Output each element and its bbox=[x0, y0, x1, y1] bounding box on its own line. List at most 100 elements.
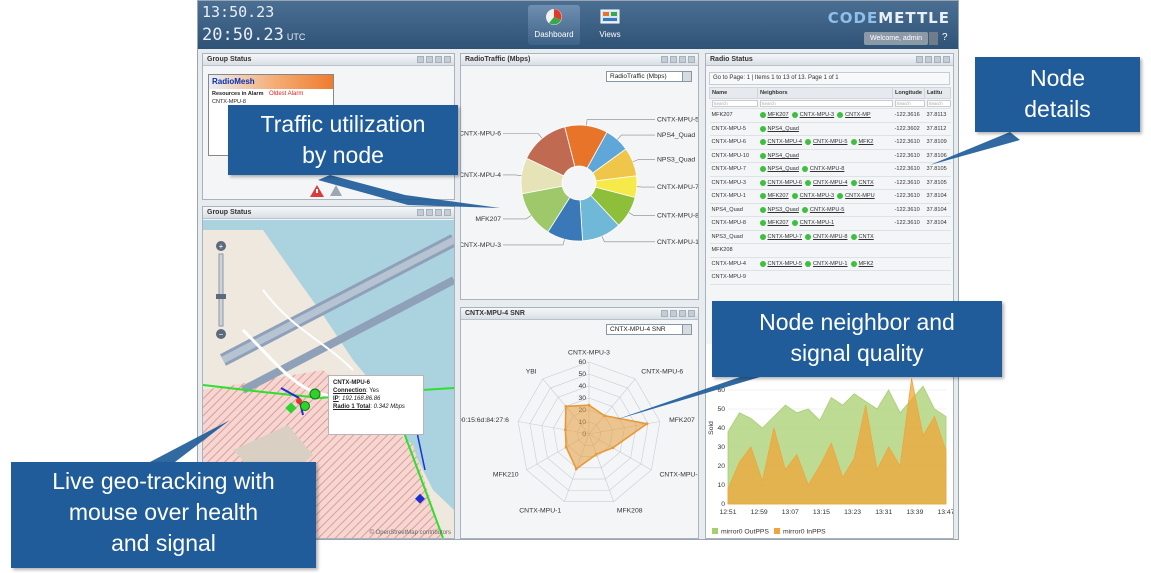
chevron-down-icon[interactable] bbox=[929, 32, 938, 45]
filter-input-longitude[interactable]: Search bbox=[894, 100, 925, 107]
help-icon[interactable]: ? bbox=[942, 32, 952, 44]
refresh-icon[interactable] bbox=[916, 56, 923, 63]
close-icon[interactable] bbox=[444, 209, 451, 216]
table-row[interactable]: CNTX-MPU-3 CNTX-MPU-6 CNTX-MPU-4 CNTX -122.3… bbox=[709, 176, 951, 190]
filter-input-name[interactable]: Search bbox=[711, 100, 758, 107]
neighbor-link[interactable]: CNTX-MPU-8 bbox=[813, 234, 848, 240]
column-header-longitude[interactable]: Longitude bbox=[892, 87, 925, 99]
maximize-icon[interactable] bbox=[679, 56, 686, 63]
maximize-icon[interactable] bbox=[435, 56, 442, 63]
table-row[interactable]: MFK207 MFK207 CNTX-MPU-3 CNTX-MP -122.3616 37… bbox=[709, 108, 951, 123]
legend-label[interactable]: mirror0 InPPS bbox=[783, 529, 826, 536]
table-pager[interactable]: Go to Page: 1 | Items 1 to 13 of 13. Pag… bbox=[709, 72, 950, 85]
refresh-icon[interactable] bbox=[417, 56, 424, 63]
close-icon[interactable] bbox=[444, 56, 451, 63]
neighbor-link[interactable]: CNTX-MPU-7 bbox=[768, 234, 803, 240]
export-icon[interactable] bbox=[661, 310, 668, 317]
nav-views-button[interactable]: Views bbox=[584, 5, 636, 45]
neighbor-link[interactable]: CNTX-MPU-4 bbox=[768, 139, 803, 145]
status-ok-icon bbox=[850, 139, 857, 145]
chevron-down-icon bbox=[682, 325, 691, 334]
radar-point[interactable] bbox=[564, 405, 568, 408]
close-icon[interactable] bbox=[688, 56, 695, 63]
alarm-icon[interactable] bbox=[310, 185, 324, 197]
radio-status-table: Name Neighbors Longitude Latitu Search S… bbox=[709, 87, 951, 285]
cell-neighbors: NPS4_Quad bbox=[757, 149, 893, 163]
panel-toolbar bbox=[661, 56, 695, 63]
maximize-icon[interactable] bbox=[679, 310, 686, 317]
table-row[interactable]: NPS3_Quad CNTX-MPU-7 CNTX-MPU-8 CNTX bbox=[709, 230, 951, 244]
callout-line: Live geo-tracking with bbox=[52, 468, 275, 494]
radar-point[interactable] bbox=[603, 414, 606, 418]
neighbor-link[interactable]: CNTX-MPU-8 bbox=[810, 166, 845, 172]
neighbor-link[interactable]: CNTX-MPU-3 bbox=[800, 112, 835, 118]
neighbor-link[interactable]: CNTX-MPU-5 bbox=[768, 261, 803, 267]
legend-label[interactable]: mirror0 OutPPS bbox=[721, 529, 769, 536]
column-header-latitude[interactable]: Latitu bbox=[924, 87, 951, 99]
neighbor-link[interactable]: MFK207 bbox=[768, 220, 789, 226]
zoom-slider[interactable]: + − bbox=[215, 240, 227, 340]
radar-series-snr[interactable] bbox=[564, 404, 649, 471]
filter-input-latitude[interactable]: Search bbox=[926, 100, 951, 107]
neighbor-link[interactable]: CNTX bbox=[859, 234, 874, 240]
table-row[interactable]: NPS4_Quad NPS3_Quad CNTX-MPU-5 -122.3610 37.… bbox=[709, 203, 951, 217]
neighbor-link[interactable]: CNTX-MPU-3 bbox=[800, 193, 835, 199]
radar-point[interactable] bbox=[587, 403, 591, 407]
radar-point[interactable] bbox=[611, 446, 615, 450]
alarm-muted-icon[interactable] bbox=[330, 185, 342, 196]
neighbor-link[interactable]: CNTX-MPU-6 bbox=[768, 180, 803, 186]
close-icon[interactable] bbox=[943, 56, 950, 63]
table-row[interactable]: CNTX-MPU-10 NPS4_Quad -122.3610 37.8106 bbox=[709, 149, 951, 163]
radar-point[interactable] bbox=[645, 422, 649, 426]
neighbor-link[interactable]: CNTX-MPU-1 bbox=[813, 261, 848, 267]
neighbor-link[interactable]: CNTX-MPU-5 bbox=[813, 139, 848, 145]
cell-latitude: 37.8105 bbox=[924, 162, 951, 177]
radar-point[interactable] bbox=[564, 445, 568, 449]
table-row[interactable]: CNTX-MPU-8 MFK207 CNTX-MPU-1 -122.3610 37.81… bbox=[709, 216, 951, 231]
neighbor-link[interactable]: CNTX bbox=[859, 180, 874, 186]
layers-icon[interactable] bbox=[426, 209, 433, 216]
status-ok-icon bbox=[805, 233, 811, 240]
radar-axis-label: MFK207 bbox=[669, 417, 695, 424]
radar-point[interactable] bbox=[574, 467, 578, 471]
table-row[interactable]: CNTX-MPU-6 CNTX-MPU-4 CNTX-MPU-5 MFK2 -122.3… bbox=[709, 135, 951, 150]
refresh-icon[interactable] bbox=[417, 209, 424, 216]
settings-icon[interactable] bbox=[925, 56, 932, 63]
map-attribution[interactable]: © OpenStreetMap contributors bbox=[370, 530, 451, 536]
table-row[interactable]: CNTX-MPU-1 MFK207 CNTX-MPU-3 CNTX-MPU -122.3… bbox=[709, 189, 951, 204]
neighbor-link[interactable]: MFK207 bbox=[768, 112, 789, 118]
neighbor-link[interactable]: CNTX-MPU-1 bbox=[800, 220, 835, 226]
neighbor-link[interactable]: MFK207 bbox=[768, 193, 789, 199]
neighbor-link[interactable]: NPS4_Quad bbox=[768, 166, 799, 172]
pager-text: Go to Page: 1 | Items 1 to 13 of 13. Pag… bbox=[713, 75, 839, 81]
radar-point[interactable] bbox=[563, 428, 567, 432]
status-ok-icon bbox=[801, 206, 808, 213]
neighbor-link[interactable]: CNTX-MPU-4 bbox=[813, 180, 848, 186]
neighbor-link[interactable]: CNTX-MP bbox=[845, 112, 870, 118]
table-row[interactable]: CNTX-MPU-4 CNTX-MPU-5 CNTX-MPU-1 MFK2 bbox=[709, 257, 951, 271]
neighbor-link[interactable]: NPS3_Quad bbox=[768, 207, 799, 213]
close-icon[interactable] bbox=[688, 310, 695, 317]
table-row[interactable]: MFK208 bbox=[709, 243, 951, 258]
export-icon[interactable] bbox=[661, 56, 668, 63]
filter-input-neighbors[interactable]: Search bbox=[759, 100, 893, 107]
table-row[interactable]: CNTX-MPU-5 NPS4_Quad -122.3602 37.8112 bbox=[709, 122, 951, 136]
column-header-name[interactable]: Name bbox=[709, 87, 758, 99]
settings-icon[interactable] bbox=[670, 310, 677, 317]
neighbor-link[interactable]: NPS4_Quad bbox=[768, 153, 799, 159]
neighbor-link[interactable]: MFK2 bbox=[859, 139, 874, 145]
settings-icon[interactable] bbox=[426, 56, 433, 63]
neighbor-link[interactable]: MFK2 bbox=[859, 261, 874, 267]
nav-dashboard-button[interactable]: Dashboard bbox=[528, 5, 580, 45]
maximize-icon[interactable] bbox=[934, 56, 941, 63]
maximize-icon[interactable] bbox=[435, 209, 442, 216]
settings-icon[interactable] bbox=[670, 56, 677, 63]
welcome-user-menu[interactable]: Welcome, admin bbox=[863, 32, 928, 45]
neighbor-link[interactable]: CNTX-MPU-5 bbox=[810, 207, 845, 213]
column-header-neighbors[interactable]: Neighbors bbox=[757, 87, 893, 99]
table-row[interactable]: CNTX-MPU-7 NPS4_Quad CNTX-MPU-8 -122.3610 37… bbox=[709, 162, 951, 177]
neighbor-link[interactable]: CNTX-MPU bbox=[845, 193, 875, 199]
radar-point[interactable] bbox=[594, 452, 598, 456]
table-row[interactable]: CNTX-MPU-9 bbox=[709, 270, 951, 285]
neighbor-link[interactable]: NPS4_Quad bbox=[768, 126, 799, 132]
